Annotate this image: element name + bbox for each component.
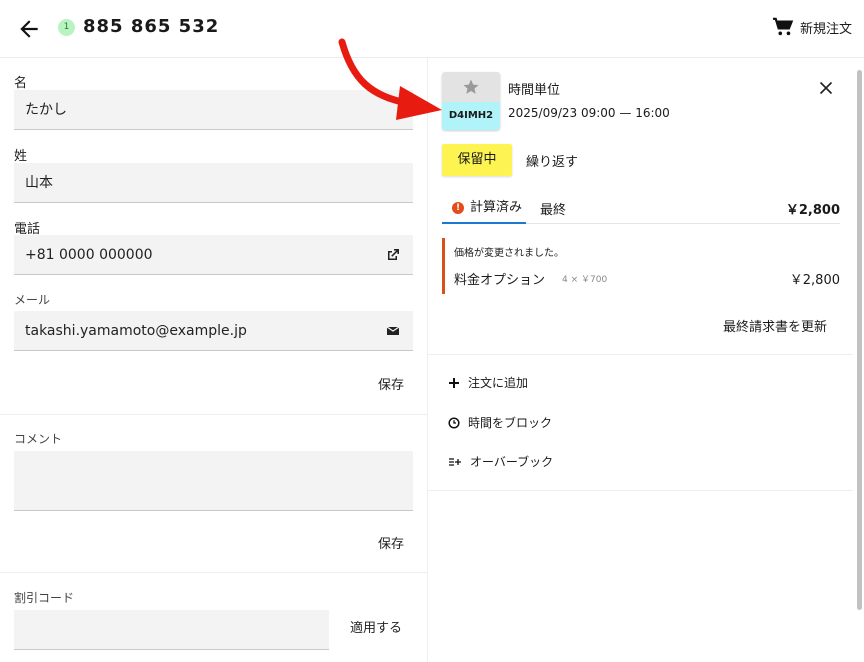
tab-final[interactable]: 最終 — [540, 199, 566, 218]
update-invoice-button[interactable]: 最終請求書を更新 — [723, 316, 827, 335]
email-label: メール — [14, 293, 51, 307]
divider — [0, 414, 427, 415]
option-price: ￥2,800 — [789, 273, 840, 288]
total-price: ￥2,800 — [785, 203, 840, 218]
first-name-value: たかし — [25, 102, 67, 118]
tab-calculated[interactable]: ! 計算済み — [442, 194, 527, 224]
block-time-button[interactable]: 時間をブロック — [448, 414, 552, 431]
first-name-label: 名 — [14, 76, 28, 91]
customer-panel: 名 たかし 姓 山本 電話 +81 0000 000000 メール takash… — [0, 58, 427, 662]
booking-datetime: 2025/09/23 09:00 — 16:00 — [508, 106, 670, 120]
last-name-field[interactable]: 山本 — [14, 163, 413, 203]
add-to-order-label: 注文に追加 — [468, 376, 529, 390]
divider — [428, 490, 853, 491]
add-to-order-button[interactable]: 注文に追加 — [448, 374, 528, 391]
overbook-icon — [449, 457, 461, 466]
comment-label: コメント — [14, 432, 63, 446]
divider — [428, 354, 853, 355]
page-title: 885 865 532 — [83, 16, 220, 37]
save-comment-button[interactable]: 保存 — [378, 533, 404, 552]
overbook-label: オーバーブック — [470, 455, 554, 469]
tab-final-label: 最終 — [540, 203, 567, 218]
phone-value: +81 0000 000000 — [25, 247, 153, 263]
last-name-label: 姓 — [14, 149, 28, 164]
warning-icon: ! — [452, 202, 464, 214]
overbook-button[interactable]: オーバーブック — [448, 453, 553, 470]
external-link-icon[interactable] — [385, 247, 401, 263]
discount-code-input[interactable] — [14, 610, 329, 650]
arrow-left-icon[interactable] — [16, 16, 42, 42]
order-count-badge: 1 — [58, 19, 75, 36]
status-button[interactable]: 保留中 — [442, 144, 512, 176]
close-icon[interactable] — [816, 78, 836, 98]
discount-label: 割引コード — [14, 591, 75, 605]
phone-field[interactable]: +81 0000 000000 — [14, 235, 413, 275]
booking-code: D4IMH2 — [442, 102, 500, 130]
top-bar: 1 885 865 532 新規注文 — [0, 0, 864, 58]
first-name-field[interactable]: たかし — [14, 90, 413, 130]
price-tabs: ! 計算済み 最終 ￥2,800 — [442, 194, 840, 224]
option-name: 料金オプション — [454, 273, 546, 288]
new-order-button[interactable]: 新規注文 — [772, 17, 852, 37]
scrollbar[interactable] — [857, 70, 862, 610]
save-customer-button[interactable]: 保存 — [378, 374, 404, 393]
last-name-value: 山本 — [25, 175, 53, 191]
service-name: 時間単位 — [508, 83, 561, 98]
clock-icon — [448, 416, 460, 429]
tab-calculated-label: 計算済み — [470, 200, 523, 215]
option-quantity: 4 × ￥700 — [562, 275, 608, 285]
new-order-label: 新規注文 — [799, 21, 852, 37]
repeat-button[interactable]: 繰り返す — [526, 151, 578, 170]
email-field[interactable]: takashi.yamamoto@example.jp — [14, 311, 413, 351]
plus-icon — [449, 377, 459, 388]
service-thumbnail[interactable]: D4IMH2 — [442, 72, 500, 130]
divider — [0, 572, 427, 573]
block-time-label: 時間をブロック — [468, 416, 553, 430]
mail-icon[interactable] — [385, 323, 401, 339]
email-value: takashi.yamamoto@example.jp — [25, 323, 247, 339]
star-icon — [463, 79, 479, 94]
price-notice: 価格が変更されました。 料金オプション 4 × ￥700 ￥2,800 — [442, 238, 840, 294]
booking-panel: D4IMH2 時間単位 2025/09/23 09:00 — 16:00 保留中… — [427, 58, 864, 662]
apply-discount-button[interactable]: 適用する — [350, 617, 402, 636]
comment-textarea[interactable] — [14, 451, 413, 511]
cart-icon — [772, 17, 794, 36]
price-changed-notice: 価格が変更されました。 — [454, 248, 564, 259]
